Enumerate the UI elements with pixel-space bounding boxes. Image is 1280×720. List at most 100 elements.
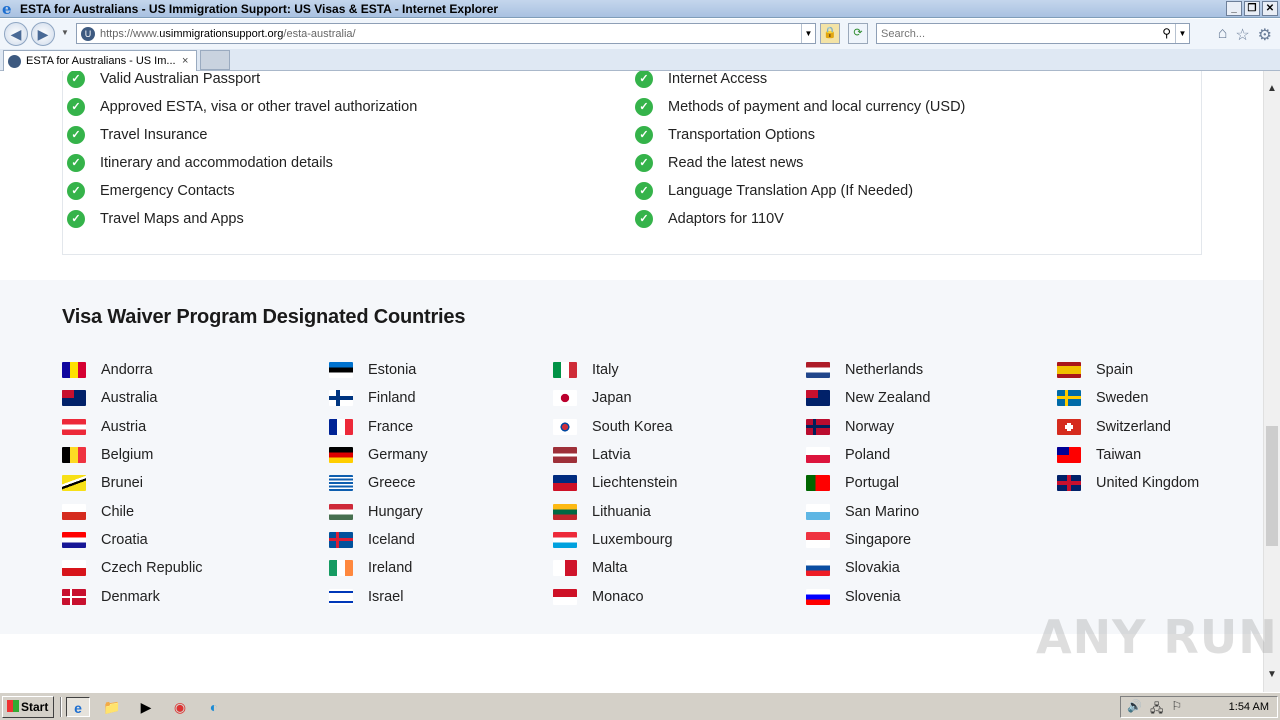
tab-esta-australians[interactable]: ESTA for Australians - US Im... ×: [3, 50, 197, 71]
close-window-button[interactable]: ✕: [1262, 1, 1278, 16]
poland-flag-icon: [806, 447, 830, 464]
country-name: United Kingdom: [1096, 475, 1200, 492]
germany-flag-icon: [329, 447, 353, 464]
start-button[interactable]: Start: [2, 696, 54, 718]
chrome-taskbar-icon[interactable]: ◉: [168, 697, 192, 717]
country-item-hungary: Hungary: [329, 497, 428, 525]
country-item-italy: Italy: [553, 356, 677, 384]
search-icon[interactable]: ⚲: [1162, 26, 1171, 40]
country-item-france: France: [329, 413, 428, 441]
anyrun-watermark: ANY RUN: [1036, 610, 1278, 664]
checkmark-icon: ✓: [635, 126, 653, 144]
checklist-label: Language Translation App (If Needed): [668, 183, 914, 199]
united-kingdom-flag-icon: [1057, 475, 1081, 492]
scroll-up-icon[interactable]: ▲: [1267, 83, 1277, 94]
checklist-left-column: ✓ Valid Australian Passport ✓ Approved ESTA…: [67, 71, 417, 233]
close-tab-icon[interactable]: ×: [182, 55, 196, 67]
country-item-liechtenstein: Liechtenstein: [553, 469, 677, 497]
tab-bar: ESTA for Australians - US Im... ×: [0, 49, 1280, 71]
checklist-item: ✓ Travel Maps and Apps: [67, 205, 417, 233]
volume-icon[interactable]: 🔊: [1127, 699, 1142, 720]
checklist-item: ✓ Language Translation App (If Needed): [635, 177, 965, 205]
country-name: Brunei: [101, 475, 143, 492]
section-title: Visa Waiver Program Designated Countries: [62, 306, 466, 328]
checkmark-icon: ✓: [67, 126, 85, 144]
country-name: Portugal: [845, 475, 900, 492]
latvia-flag-icon: [553, 447, 577, 464]
address-bar[interactable]: U https://www.usimmigrationsupport.org/e…: [76, 23, 816, 44]
country-name: Netherlands: [845, 362, 924, 379]
country-name: Luxembourg: [592, 531, 673, 548]
window-title-bar: e ESTA for Australians - US Immigration …: [0, 0, 1280, 18]
slovakia-flag-icon: [806, 560, 830, 577]
scrollbar-thumb[interactable]: [1266, 426, 1278, 546]
country-name: Italy: [592, 362, 619, 379]
country-item-new-zealand: New Zealand: [806, 384, 930, 412]
spain-flag-icon: [1057, 362, 1081, 379]
country-name: Andorra: [101, 362, 153, 379]
checkmark-icon: ✓: [635, 98, 653, 116]
country-name: Taiwan: [1096, 447, 1142, 464]
checkmark-icon: ✓: [67, 98, 85, 116]
checklist-label: Valid Australian Passport: [100, 71, 261, 87]
media-player-taskbar-icon[interactable]: ▶: [134, 697, 158, 717]
vertical-scrollbar[interactable]: ▲ ▼: [1263, 71, 1280, 692]
country-name: Ireland: [368, 560, 413, 577]
country-item-south-korea: South Korea: [553, 413, 677, 441]
back-button[interactable]: ◀: [4, 22, 28, 46]
edge-taskbar-icon[interactable]: ◐: [202, 697, 226, 717]
search-input[interactable]: [877, 24, 1147, 44]
japan-flag-icon: [553, 390, 577, 407]
navigation-bar: ◀ ▶ ▼ U https://www.usimmigrationsupport…: [0, 19, 1280, 49]
checklist-item: ✓ Transportation Options: [635, 121, 965, 149]
scroll-down-icon[interactable]: ▼: [1267, 669, 1277, 680]
lithuania-flag-icon: [553, 503, 577, 520]
new-tab-button[interactable]: [200, 50, 230, 70]
network-icon[interactable]: 🖧: [1150, 699, 1163, 720]
country-item-slovakia: Slovakia: [806, 554, 930, 582]
country-item-san-marino: San Marino: [806, 497, 930, 525]
history-dropdown-icon[interactable]: ▼: [61, 28, 69, 37]
address-dropdown-icon[interactable]: ▼: [801, 24, 815, 43]
search-dropdown-icon[interactable]: ▼: [1175, 24, 1189, 43]
explorer-taskbar-icon[interactable]: 📁: [100, 697, 124, 717]
country-name: Iceland: [368, 531, 415, 548]
restore-button[interactable]: ❐: [1244, 1, 1260, 16]
country-column-1: Andorra Australia Austria Belgium Brunei Chil…: [62, 356, 203, 611]
country-item-monaco: Monaco: [553, 582, 677, 610]
chile-flag-icon: [62, 503, 86, 520]
favorites-star-icon[interactable]: ☆: [1235, 25, 1249, 45]
country-name: New Zealand: [845, 390, 931, 407]
address-url[interactable]: https://www.usimmigrationsupport.org/est…: [100, 28, 356, 40]
ie-taskbar-icon[interactable]: e: [66, 697, 90, 717]
hungary-flag-icon: [329, 503, 353, 520]
gear-icon[interactable]: ⚙: [1258, 25, 1272, 45]
flag-icon[interactable]: ⚐: [1171, 699, 1182, 720]
checkmark-icon: ✓: [635, 71, 653, 88]
country-item-netherlands: Netherlands: [806, 356, 930, 384]
country-item-portugal: Portugal: [806, 469, 930, 497]
minimize-button[interactable]: _: [1226, 1, 1242, 16]
refresh-icon[interactable]: ⟳: [848, 23, 868, 44]
search-box[interactable]: ⚲ ▼: [876, 23, 1190, 44]
denmark-flag-icon: [62, 588, 86, 605]
forward-button[interactable]: ▶: [31, 22, 55, 46]
checklist-label: Itinerary and accommodation details: [100, 155, 333, 171]
lock-icon[interactable]: 🔒: [820, 23, 840, 44]
monaco-flag-icon: [553, 588, 577, 605]
country-name: Estonia: [368, 362, 417, 379]
country-item-ireland: Ireland: [329, 554, 428, 582]
san-marino-flag-icon: [806, 503, 830, 520]
italy-flag-icon: [553, 362, 577, 379]
window-title: ESTA for Australians - US Immigration Su…: [20, 1, 499, 16]
country-column-3: Italy Japan South Korea Latvia Liechtenstein…: [553, 356, 677, 611]
country-item-austria: Austria: [62, 413, 203, 441]
checklist-label: Methods of payment and local currency (U…: [668, 99, 966, 115]
australia-flag-icon: [62, 390, 86, 407]
home-icon[interactable]: ⌂: [1218, 25, 1228, 45]
greece-flag-icon: [329, 475, 353, 492]
israel-flag-icon: [329, 588, 353, 605]
country-item-lithuania: Lithuania: [553, 497, 677, 525]
country-name: San Marino: [845, 503, 920, 520]
country-column-4: Netherlands New Zealand Norway Poland Portug…: [806, 356, 930, 611]
